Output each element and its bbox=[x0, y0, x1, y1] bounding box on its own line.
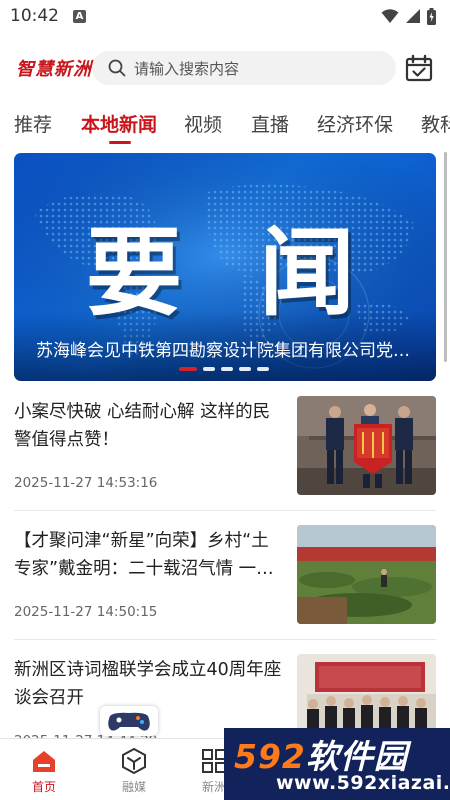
news-item[interactable]: 【才聚问津“新星”向荣】乡村“土专家”戴金明：二十载沼气情 一… 2025-11… bbox=[14, 525, 436, 625]
calendar-icon[interactable] bbox=[405, 54, 433, 82]
list-divider bbox=[14, 639, 436, 640]
battery-icon bbox=[427, 7, 436, 25]
status-bar: 10:42 A bbox=[0, 0, 450, 32]
carousel-dot-5[interactable] bbox=[257, 367, 269, 371]
search-icon bbox=[108, 59, 126, 77]
tab-economy-environment[interactable]: 经济环保 bbox=[317, 110, 393, 137]
news-title: 新洲区诗词楹联学会成立40周年座谈会召开 bbox=[14, 660, 282, 708]
tab-recommend[interactable]: 推荐 bbox=[14, 110, 52, 137]
news-time: 2025-11-27 14:50:15 bbox=[14, 604, 158, 620]
tab-video[interactable]: 视频 bbox=[184, 110, 222, 137]
tab-education[interactable]: 教科 bbox=[421, 110, 450, 137]
list-divider bbox=[14, 510, 436, 511]
carousel-dots bbox=[179, 366, 269, 372]
watermark-num: 592 bbox=[234, 737, 306, 776]
status-icons bbox=[381, 7, 436, 25]
news-time: 2025-11-27 14:53:16 bbox=[14, 475, 158, 491]
carousel-dot-3[interactable] bbox=[221, 367, 233, 371]
nav-home[interactable]: 首页 bbox=[14, 747, 74, 795]
carousel-dot-1[interactable] bbox=[179, 367, 197, 371]
wifi-icon bbox=[381, 9, 399, 23]
nav-home-label: 首页 bbox=[31, 780, 56, 794]
news-item[interactable]: 小案尽快破 心结耐心解 这样的民警值得点赞！ 2025-11-27 14:53:… bbox=[14, 396, 436, 496]
tab-local-news[interactable]: 本地新闻 bbox=[81, 110, 157, 137]
active-tab-underline bbox=[109, 141, 131, 144]
signal-icon bbox=[406, 9, 420, 23]
scroll-indicator bbox=[444, 152, 447, 362]
app-header: 智慧新洲 请输入搜索内容 bbox=[0, 48, 450, 88]
status-time: 10:42 bbox=[10, 6, 59, 26]
nav-media[interactable]: 融媒 bbox=[104, 747, 164, 795]
watermark-logo: 592软件园 bbox=[234, 730, 408, 778]
nav-media-label: 融媒 bbox=[121, 780, 146, 794]
watermark-brand: 软件园 bbox=[305, 737, 408, 776]
banner-caption: 苏海峰会见中铁第四勘察设计院集团有限公司党委书记 bbox=[36, 341, 421, 361]
news-banner[interactable]: 要 闻 苏海峰会见中铁第四勘察设计院集团有限公司党委书记 bbox=[14, 153, 436, 381]
news-thumbnail-farm-field bbox=[297, 525, 436, 624]
notification-icon: A bbox=[73, 9, 86, 23]
carousel-dot-2[interactable] bbox=[203, 367, 215, 371]
news-title: 【才聚问津“新星”向荣】乡村“土专家”戴金明：二十载沼气情 一… bbox=[14, 531, 274, 579]
category-tabs: 推荐 本地新闻 视频 直播 经济环保 教科 bbox=[0, 100, 450, 146]
search-input[interactable]: 请输入搜索内容 bbox=[92, 51, 396, 85]
media-cube-icon bbox=[122, 747, 146, 775]
app-logo[interactable]: 智慧新洲 bbox=[16, 55, 92, 81]
home-icon bbox=[33, 751, 55, 772]
watermark-592: 592软件园 www.592xiazai.com bbox=[224, 728, 450, 800]
watermark-url: www.592xiazai.com bbox=[276, 772, 450, 794]
news-thumbnail-police-banner bbox=[297, 396, 436, 495]
news-title: 小案尽快破 心结耐心解 这样的民警值得点赞！ bbox=[14, 402, 271, 450]
search-placeholder: 请输入搜索内容 bbox=[134, 59, 240, 78]
game-controller-icon bbox=[100, 706, 158, 736]
tab-live[interactable]: 直播 bbox=[251, 110, 289, 137]
carousel-dot-4[interactable] bbox=[239, 367, 251, 371]
